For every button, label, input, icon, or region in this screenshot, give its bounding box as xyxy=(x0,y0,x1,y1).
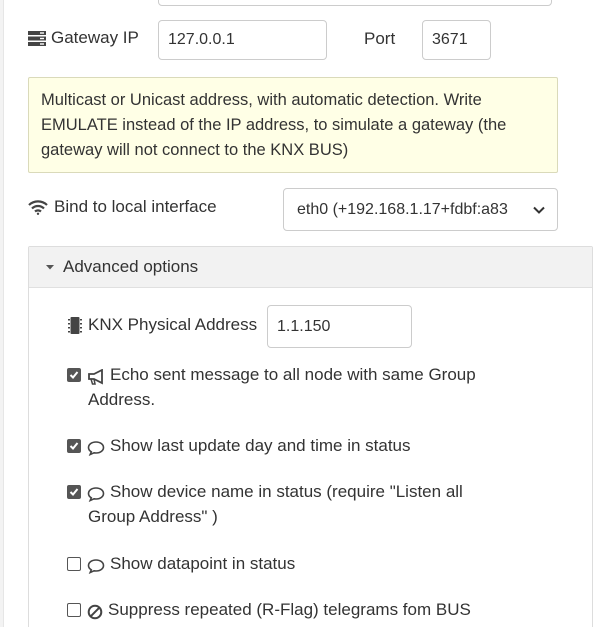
ban-icon xyxy=(87,602,103,620)
show-datapoint-checkbox[interactable] xyxy=(67,557,81,571)
option-suppress-repeated: Suppress repeated (R-Flag) telegrams fom… xyxy=(67,597,528,622)
server-icon xyxy=(28,30,46,46)
echo-label-line1: Echo sent message to all node with same … xyxy=(110,365,476,384)
bind-interface-label-text: Bind to local interface xyxy=(54,197,217,216)
knx-address-label-text: KNX Physical Address xyxy=(88,315,258,334)
gateway-tip: Multicast or Unicast address, with autom… xyxy=(28,77,558,173)
comment-icon xyxy=(87,484,105,503)
option-show-device-name: Show device name in status (require "Lis… xyxy=(67,479,510,529)
gateway-ip-label: Gateway IP xyxy=(28,28,139,48)
panel-border xyxy=(0,0,4,627)
interface-select-value: eth0 (+192.168.1.17+fdbf:a83 xyxy=(297,200,508,218)
show-last-update-label: Show last update day and time in status xyxy=(110,436,411,455)
config-page: Gateway IP Port Multicast or Unicast add… xyxy=(0,0,607,627)
bullhorn-icon xyxy=(87,367,105,385)
caret-down-icon xyxy=(46,265,54,270)
echo-checkbox[interactable] xyxy=(67,368,81,382)
knx-address-input[interactable] xyxy=(267,305,412,348)
option-show-datapoint: Show datapoint in status xyxy=(67,551,510,576)
port-input[interactable] xyxy=(422,20,491,60)
wifi-icon xyxy=(28,199,48,215)
option-show-last-update: Show last update day and time in status xyxy=(67,433,510,458)
comment-icon xyxy=(87,438,105,457)
gateway-ip-input[interactable] xyxy=(158,20,327,60)
suppress-repeated-label: Suppress repeated (R-Flag) telegrams fom… xyxy=(108,600,471,619)
show-device-name-label-line1: Show device name in status (require "Lis… xyxy=(110,482,463,501)
knx-address-label: KNX Physical Address xyxy=(68,315,257,335)
suppress-repeated-checkbox[interactable] xyxy=(67,603,81,617)
port-label: Port xyxy=(364,29,396,48)
previous-field-input[interactable] xyxy=(158,0,552,6)
show-device-name-label-line2: Group Address" ) xyxy=(88,507,218,526)
chevron-down-icon xyxy=(533,206,545,214)
option-echo: Echo sent message to all node with same … xyxy=(67,362,510,412)
echo-label-line2: Address. xyxy=(88,390,156,409)
interface-select[interactable]: eth0 (+192.168.1.17+fdbf:a83 xyxy=(283,188,558,231)
advanced-options-title: Advanced options xyxy=(63,257,199,276)
comment-icon xyxy=(87,556,105,575)
show-device-name-checkbox[interactable] xyxy=(67,485,81,499)
bind-interface-label: Bind to local interface xyxy=(28,197,217,217)
advanced-options-toggle[interactable]: Advanced options xyxy=(29,247,592,288)
gateway-ip-label-text: Gateway IP xyxy=(51,28,139,47)
show-last-update-checkbox[interactable] xyxy=(67,439,81,453)
show-datapoint-label: Show datapoint in status xyxy=(110,554,296,573)
microchip-icon xyxy=(68,316,82,334)
